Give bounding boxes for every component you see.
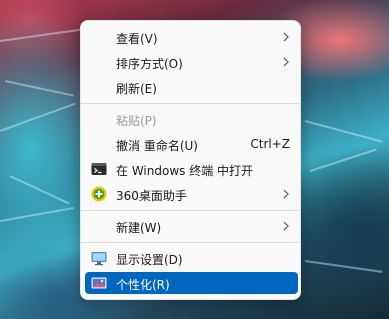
- menu-item-label: 360桌面助手: [116, 189, 187, 203]
- menu-item-shortcut: Ctrl+Z: [250, 137, 290, 151]
- wallpaper-streak: [9, 175, 70, 205]
- context-menu: 查看(V) 排序方式(O) 刷新(E) 粘贴(P) 撤消 重命名(U) Ctrl…: [80, 20, 301, 300]
- wallpaper-streak: [0, 27, 90, 42]
- menu-item-label: 排序方式(O): [116, 57, 183, 71]
- menu-item-label: 粘贴(P): [116, 114, 157, 128]
- wallpaper-streak: [304, 120, 383, 143]
- menu-item-label: 查看(V): [116, 32, 158, 46]
- menu-item-label: 新建(W): [116, 221, 162, 235]
- personalize-icon: [91, 277, 107, 289]
- wallpaper-streak: [0, 102, 76, 132]
- menu-item-view[interactable]: 查看(V): [85, 26, 298, 48]
- chevron-right-icon: [283, 57, 289, 67]
- menu-item-refresh[interactable]: 刷新(E): [85, 76, 298, 98]
- menu-item-label: 撤消 重命名(U): [116, 139, 198, 153]
- menu-item-paste[interactable]: 粘贴(P): [85, 108, 298, 130]
- terminal-icon: [91, 163, 107, 175]
- menu-item-display-settings[interactable]: 显示设置(D): [85, 247, 298, 269]
- menu-item-personalize[interactable]: 个性化(R): [85, 272, 298, 294]
- menu-item-label: 显示设置(D): [116, 253, 183, 267]
- wallpaper-streak: [0, 206, 75, 222]
- menu-separator: [81, 210, 300, 211]
- 360-assistant-icon: [91, 186, 107, 202]
- chevron-right-icon: [283, 221, 289, 231]
- menu-item-undo-rename[interactable]: 撤消 重命名(U) Ctrl+Z: [85, 133, 298, 155]
- wallpaper-streak: [309, 148, 377, 172]
- menu-item-label: 在 Windows 终端 中打开: [116, 164, 254, 178]
- chevron-right-icon: [283, 32, 289, 42]
- wallpaper-streak: [4, 80, 74, 97]
- menu-item-360-desktop-assistant[interactable]: 360桌面助手: [85, 183, 298, 205]
- display-settings-icon: [91, 252, 107, 266]
- menu-separator: [81, 242, 300, 243]
- menu-item-label: 刷新(E): [116, 82, 157, 96]
- menu-separator: [81, 103, 300, 104]
- menu-item-new[interactable]: 新建(W): [85, 215, 298, 237]
- menu-item-sort-by[interactable]: 排序方式(O): [85, 51, 298, 73]
- menu-item-label: 个性化(R): [116, 278, 170, 292]
- chevron-right-icon: [283, 189, 289, 199]
- wallpaper-streak: [304, 260, 383, 273]
- menu-item-open-in-terminal[interactable]: 在 Windows 终端 中打开: [85, 158, 298, 180]
